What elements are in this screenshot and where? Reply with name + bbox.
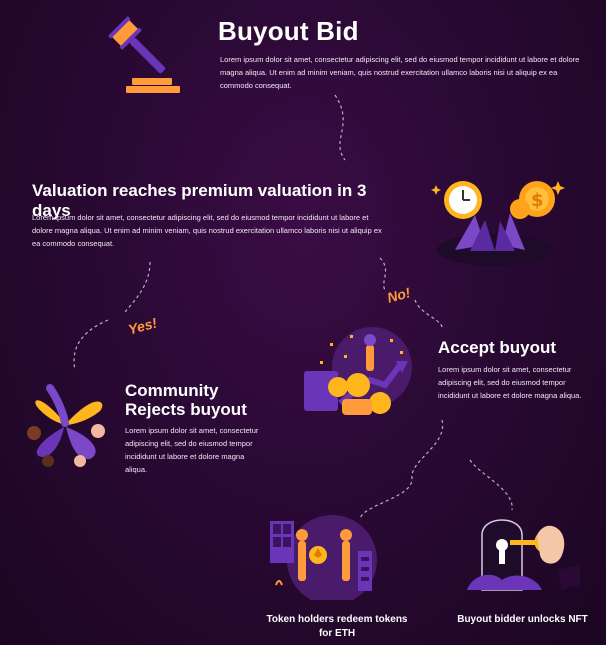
valuation-body: Lorem ipsum dolor sit amet, consectetur … — [32, 213, 382, 248]
hands-circle-icon — [20, 383, 110, 468]
key-lock-icon — [462, 510, 582, 600]
buyout-bid-title: Buyout Bid — [218, 16, 359, 46]
gavel-icon — [100, 12, 184, 96]
accept-title: Accept buyout — [438, 338, 557, 357]
community-title-line1: Community — [125, 381, 219, 400]
buyout-bid-body: Lorem ipsum dolor sit amet, consectetur … — [220, 55, 580, 90]
celebration-icon — [300, 325, 415, 417]
accept-body: Lorem ipsum dolor sit amet, consectetur … — [438, 365, 582, 400]
community-body: Lorem ipsum dolor sit amet, consectetur … — [125, 426, 259, 474]
redeem-caption-line2: for ETH — [318, 628, 356, 639]
token-exchange-icon — [262, 515, 392, 600]
clocks-coins-icon: $ — [430, 175, 570, 270]
svg-text:$: $ — [531, 190, 544, 211]
redeem-caption-line1: Token holders redeem tokens — [266, 614, 408, 625]
unlock-caption: Buyout bidder unlocks NFT — [457, 614, 588, 625]
community-title-line2: Rejects buyout — [125, 400, 247, 419]
